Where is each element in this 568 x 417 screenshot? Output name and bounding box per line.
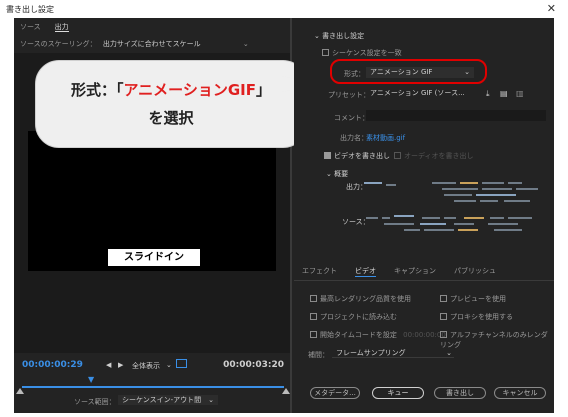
export-settings-header-label: 書き出し設定 bbox=[322, 32, 365, 40]
alpha-only-checkbox[interactable]: アルファチャンネルのみレンダリング bbox=[440, 330, 554, 350]
export-settings-header[interactable]: ⌄ 書き出し設定 bbox=[314, 31, 364, 41]
tab-effects[interactable]: エフェクト bbox=[302, 266, 337, 277]
preview-panel: ソース 出力 ソースのスケーリング： 出力サイズに合わせてスケール ⌄ スライド… bbox=[14, 18, 316, 413]
checkbox-icon bbox=[310, 331, 317, 338]
interpolation-value: フレームサンプリング bbox=[336, 349, 406, 357]
callout-prefix: 形式：「 bbox=[70, 81, 124, 99]
settings-tabs: エフェクト ビデオ キャプション パブリッシュ bbox=[302, 266, 496, 277]
preview-tabs: ソース 出力 bbox=[20, 22, 69, 32]
callout-suffix: 」 bbox=[256, 81, 272, 99]
tab-video[interactable]: ビデオ bbox=[355, 266, 376, 277]
interpolation-select[interactable]: フレームサンプリング ⌄ bbox=[332, 348, 454, 358]
zoom-select[interactable]: 全体表示 bbox=[132, 361, 160, 371]
end-timecode: 00:00:03:20 bbox=[223, 360, 284, 370]
export-audio-checkbox[interactable]: オーディオを書き出し bbox=[394, 151, 474, 161]
interpolation-label: 補間： bbox=[308, 351, 329, 359]
metadata-button[interactable]: メタデータ... bbox=[310, 387, 360, 399]
annotation-callout: 形式：「アニメーションGIF」 を選択 bbox=[35, 60, 307, 148]
chevron-down-icon: ⌄ bbox=[208, 396, 214, 404]
source-range-select[interactable]: シーケンスイン-アウト間 ⌄ bbox=[118, 395, 218, 405]
source-range-value: シーケンスイン-アウト間 bbox=[122, 396, 202, 404]
use-proxies-checkbox[interactable]: プロキシを使用する bbox=[440, 312, 513, 322]
checkbox-icon bbox=[440, 295, 447, 302]
divider bbox=[294, 280, 554, 281]
summary-header-label: 概要 bbox=[334, 170, 349, 178]
import-into-project-label: プロジェクトに読み込む bbox=[320, 313, 397, 321]
set-start-timecode-checkbox[interactable]: 開始タイムコードを設定 00:00:00:00 bbox=[310, 330, 446, 340]
checkbox-icon bbox=[440, 331, 447, 338]
checkbox-icon bbox=[310, 313, 317, 320]
playhead-icon[interactable]: ▼ bbox=[88, 375, 94, 384]
summary-header[interactable]: ⌄ 概要 bbox=[326, 169, 348, 179]
aspect-icon[interactable] bbox=[176, 359, 187, 368]
timeline-bar: 00:00:00:29 ◀ ▶ 全体表示 ⌄ 00:00:03:20 ▼ ソース… bbox=[14, 355, 290, 413]
source-scaling: ソースのスケーリング： 出力サイズに合わせてスケール ⌄ bbox=[20, 39, 249, 49]
output-name-label: 出力名： bbox=[340, 134, 368, 142]
current-timecode[interactable]: 00:00:00:29 bbox=[22, 360, 83, 370]
tab-publish[interactable]: パブリッシュ bbox=[454, 266, 496, 277]
max-render-quality-label: 最高レンダリング品質を使用 bbox=[320, 295, 411, 303]
settings-panel: ⌄ 書き出し設定 シーケンス設定を一致 形式： アニメーション GIF ⌄ プリ… bbox=[294, 18, 554, 413]
match-sequence-label: シーケンス設定を一致 bbox=[332, 49, 402, 57]
save-preset-icon[interactable]: ⤓ bbox=[486, 89, 490, 99]
preset-label: プリセット： bbox=[328, 91, 370, 99]
checkbox-icon bbox=[310, 295, 317, 302]
checkbox-icon bbox=[394, 152, 401, 159]
checkbox-icon bbox=[322, 49, 329, 56]
export-settings-dialog: ソース 出力 ソースのスケーリング： 出力サイズに合わせてスケール ⌄ スライド… bbox=[14, 18, 554, 413]
timeline-track[interactable] bbox=[22, 386, 284, 388]
output-name-link[interactable]: 素材動画.gif bbox=[366, 133, 405, 143]
scaling-label: ソースのスケーリング： bbox=[20, 40, 97, 48]
chevron-down-icon: ⌄ bbox=[326, 170, 332, 178]
preset-select[interactable]: アニメーション GIF (ソース... bbox=[366, 88, 470, 99]
window-title: 書き出し設定 bbox=[6, 5, 54, 14]
set-out-icon[interactable]: ▶ bbox=[118, 361, 123, 369]
delete-preset-icon[interactable]: ▥ bbox=[516, 89, 524, 98]
export-video-label: ビデオを書き出し bbox=[334, 152, 390, 160]
in-point-handle[interactable] bbox=[16, 388, 24, 394]
max-render-quality-checkbox[interactable]: 最高レンダリング品質を使用 bbox=[310, 294, 411, 304]
source-range-label: ソース範囲： bbox=[74, 398, 116, 406]
tab-source[interactable]: ソース bbox=[20, 22, 41, 32]
comment-label: コメント： bbox=[334, 114, 369, 122]
export-video-checkbox[interactable]: ビデオを書き出し bbox=[324, 151, 390, 161]
chevron-down-icon: ⌄ bbox=[446, 349, 452, 357]
callout-line1: 形式：「アニメーションGIF」 bbox=[36, 79, 306, 100]
import-preset-icon[interactable]: ▤ bbox=[500, 89, 508, 98]
callout-highlight: アニメーションGIF bbox=[123, 81, 257, 99]
comment-input[interactable] bbox=[366, 110, 546, 121]
callout-line2: を選択 bbox=[148, 109, 194, 127]
use-previews-checkbox[interactable]: プレビューを使用 bbox=[440, 294, 506, 304]
set-in-icon[interactable]: ◀ bbox=[106, 361, 111, 369]
chevron-down-icon[interactable]: ⌄ bbox=[243, 40, 249, 48]
tab-output[interactable]: 出力 bbox=[54, 22, 69, 32]
alpha-only-label: アルファチャンネルのみレンダリング bbox=[440, 331, 548, 349]
close-icon[interactable]: ✕ bbox=[547, 2, 556, 15]
scaling-select[interactable]: 出力サイズに合わせてスケール bbox=[103, 40, 201, 48]
highlight-ring bbox=[330, 59, 487, 84]
use-proxies-label: プロキシを使用する bbox=[450, 313, 513, 321]
chevron-down-icon: ⌄ bbox=[314, 32, 320, 40]
tab-captions[interactable]: キャプション bbox=[394, 266, 436, 277]
checkbox-icon bbox=[440, 313, 447, 320]
chevron-down-icon[interactable]: ⌄ bbox=[166, 361, 172, 369]
export-button[interactable]: 書き出し bbox=[434, 387, 486, 399]
export-audio-label: オーディオを書き出し bbox=[404, 152, 474, 160]
preview-caption: スライドイン bbox=[108, 249, 200, 266]
cancel-button[interactable]: キャンセル bbox=[494, 387, 546, 399]
set-start-timecode-label: 開始タイムコードを設定 bbox=[320, 331, 397, 339]
match-sequence-checkbox[interactable]: シーケンス設定を一致 bbox=[322, 48, 402, 58]
import-into-project-checkbox[interactable]: プロジェクトに読み込む bbox=[310, 312, 397, 322]
queue-button[interactable]: キュー bbox=[372, 387, 424, 399]
video-preview: スライドイン bbox=[28, 131, 276, 271]
title-bar: 書き出し設定 ✕ bbox=[0, 0, 568, 18]
use-previews-label: プレビューを使用 bbox=[450, 295, 506, 303]
checkbox-checked-icon bbox=[324, 152, 331, 159]
out-point-handle[interactable] bbox=[282, 388, 290, 394]
